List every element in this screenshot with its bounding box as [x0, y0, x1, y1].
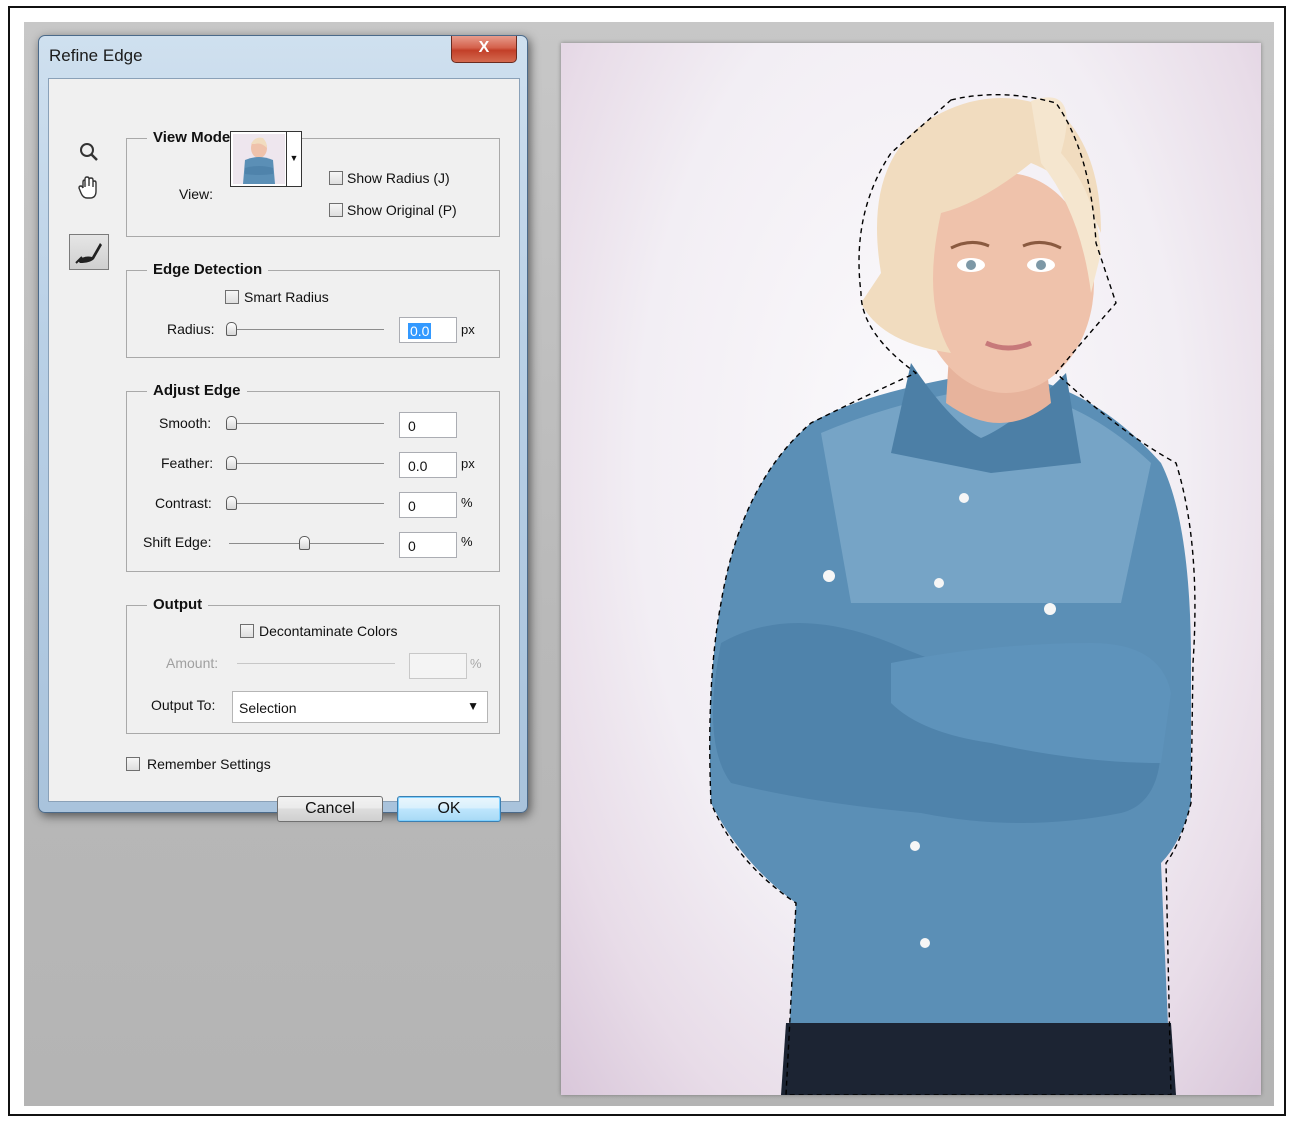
contrast-input[interactable]: 0: [399, 492, 457, 518]
view-mode-title: View Mode: [147, 129, 237, 146]
smooth-slider[interactable]: [229, 423, 384, 424]
output-to-label: Output To:: [151, 697, 216, 713]
smooth-slider-thumb[interactable]: [226, 416, 237, 430]
decontaminate-colors-label: Decontaminate Colors: [259, 623, 398, 639]
feather-slider[interactable]: [229, 463, 384, 464]
show-original-checkbox[interactable]: [329, 203, 343, 217]
portrait-photo: [709, 93, 1196, 1095]
decontaminate-colors-checkbox[interactable]: [240, 624, 254, 638]
radius-unit: px: [461, 322, 475, 337]
output-to-value: Selection: [239, 700, 297, 716]
smooth-input[interactable]: 0: [399, 412, 457, 438]
refine-radius-brush-icon[interactable]: [69, 234, 109, 270]
cancel-button[interactable]: Cancel: [277, 796, 383, 822]
ok-button[interactable]: OK: [397, 796, 501, 822]
chevron-down-icon: ▼: [467, 699, 479, 713]
feather-label: Feather:: [161, 455, 214, 471]
document-canvas[interactable]: [561, 43, 1261, 1095]
chevron-down-icon[interactable]: ▼: [286, 132, 301, 186]
shift-edge-label: Shift Edge:: [143, 534, 212, 550]
edge-detection-title: Edge Detection: [147, 261, 269, 278]
amount-input: [409, 653, 467, 679]
shift-edge-unit: %: [461, 534, 473, 549]
amount-label: Amount:: [166, 655, 219, 671]
view-mode-thumbnail: [233, 134, 285, 184]
contrast-slider[interactable]: [229, 503, 384, 504]
view-label: View:: [179, 186, 213, 202]
close-button[interactable]: X: [451, 36, 517, 63]
remember-settings-label: Remember Settings: [147, 756, 271, 772]
radius-label: Radius:: [167, 321, 215, 337]
smooth-label: Smooth:: [159, 415, 212, 431]
feather-input[interactable]: 0.0: [399, 452, 457, 478]
shift-edge-input[interactable]: 0: [399, 532, 457, 558]
smart-radius-label: Smart Radius: [244, 289, 329, 305]
view-mode-picker[interactable]: ▼: [230, 131, 302, 187]
feather-slider-thumb[interactable]: [226, 456, 237, 470]
amount-unit: %: [470, 656, 482, 671]
adjust-edge-title: Adjust Edge: [147, 382, 247, 399]
contrast-slider-thumb[interactable]: [226, 496, 237, 510]
show-original-label: Show Original (P): [347, 202, 457, 218]
remember-settings-checkbox[interactable]: [126, 757, 140, 771]
radius-input[interactable]: 0.0: [399, 317, 457, 343]
zoom-icon[interactable]: [73, 141, 105, 173]
amount-slider: [237, 663, 395, 664]
radius-slider-thumb[interactable]: [226, 322, 237, 336]
smart-radius-checkbox[interactable]: [225, 290, 239, 304]
refine-edge-dialog: Refine Edge X View Mode View: ▼ Show Rad…: [38, 35, 528, 822]
output-title: Output: [147, 596, 209, 613]
contrast-label: Contrast:: [155, 495, 212, 511]
show-radius-checkbox[interactable]: [329, 171, 343, 185]
radius-slider[interactable]: [229, 329, 384, 330]
feather-unit: px: [461, 456, 475, 471]
hand-icon[interactable]: [73, 176, 105, 208]
edge-detection-group: Edge Detection: [126, 261, 500, 358]
contrast-unit: %: [461, 495, 473, 510]
show-radius-label: Show Radius (J): [347, 170, 450, 186]
output-to-select[interactable]: Selection ▼: [232, 691, 488, 723]
shift-edge-slider-thumb[interactable]: [298, 536, 310, 550]
dialog-title: Refine Edge: [49, 46, 143, 65]
radius-value: 0.0: [408, 323, 432, 339]
dialog-body: View Mode View: ▼ Show Radius (J) Show O…: [48, 78, 520, 822]
